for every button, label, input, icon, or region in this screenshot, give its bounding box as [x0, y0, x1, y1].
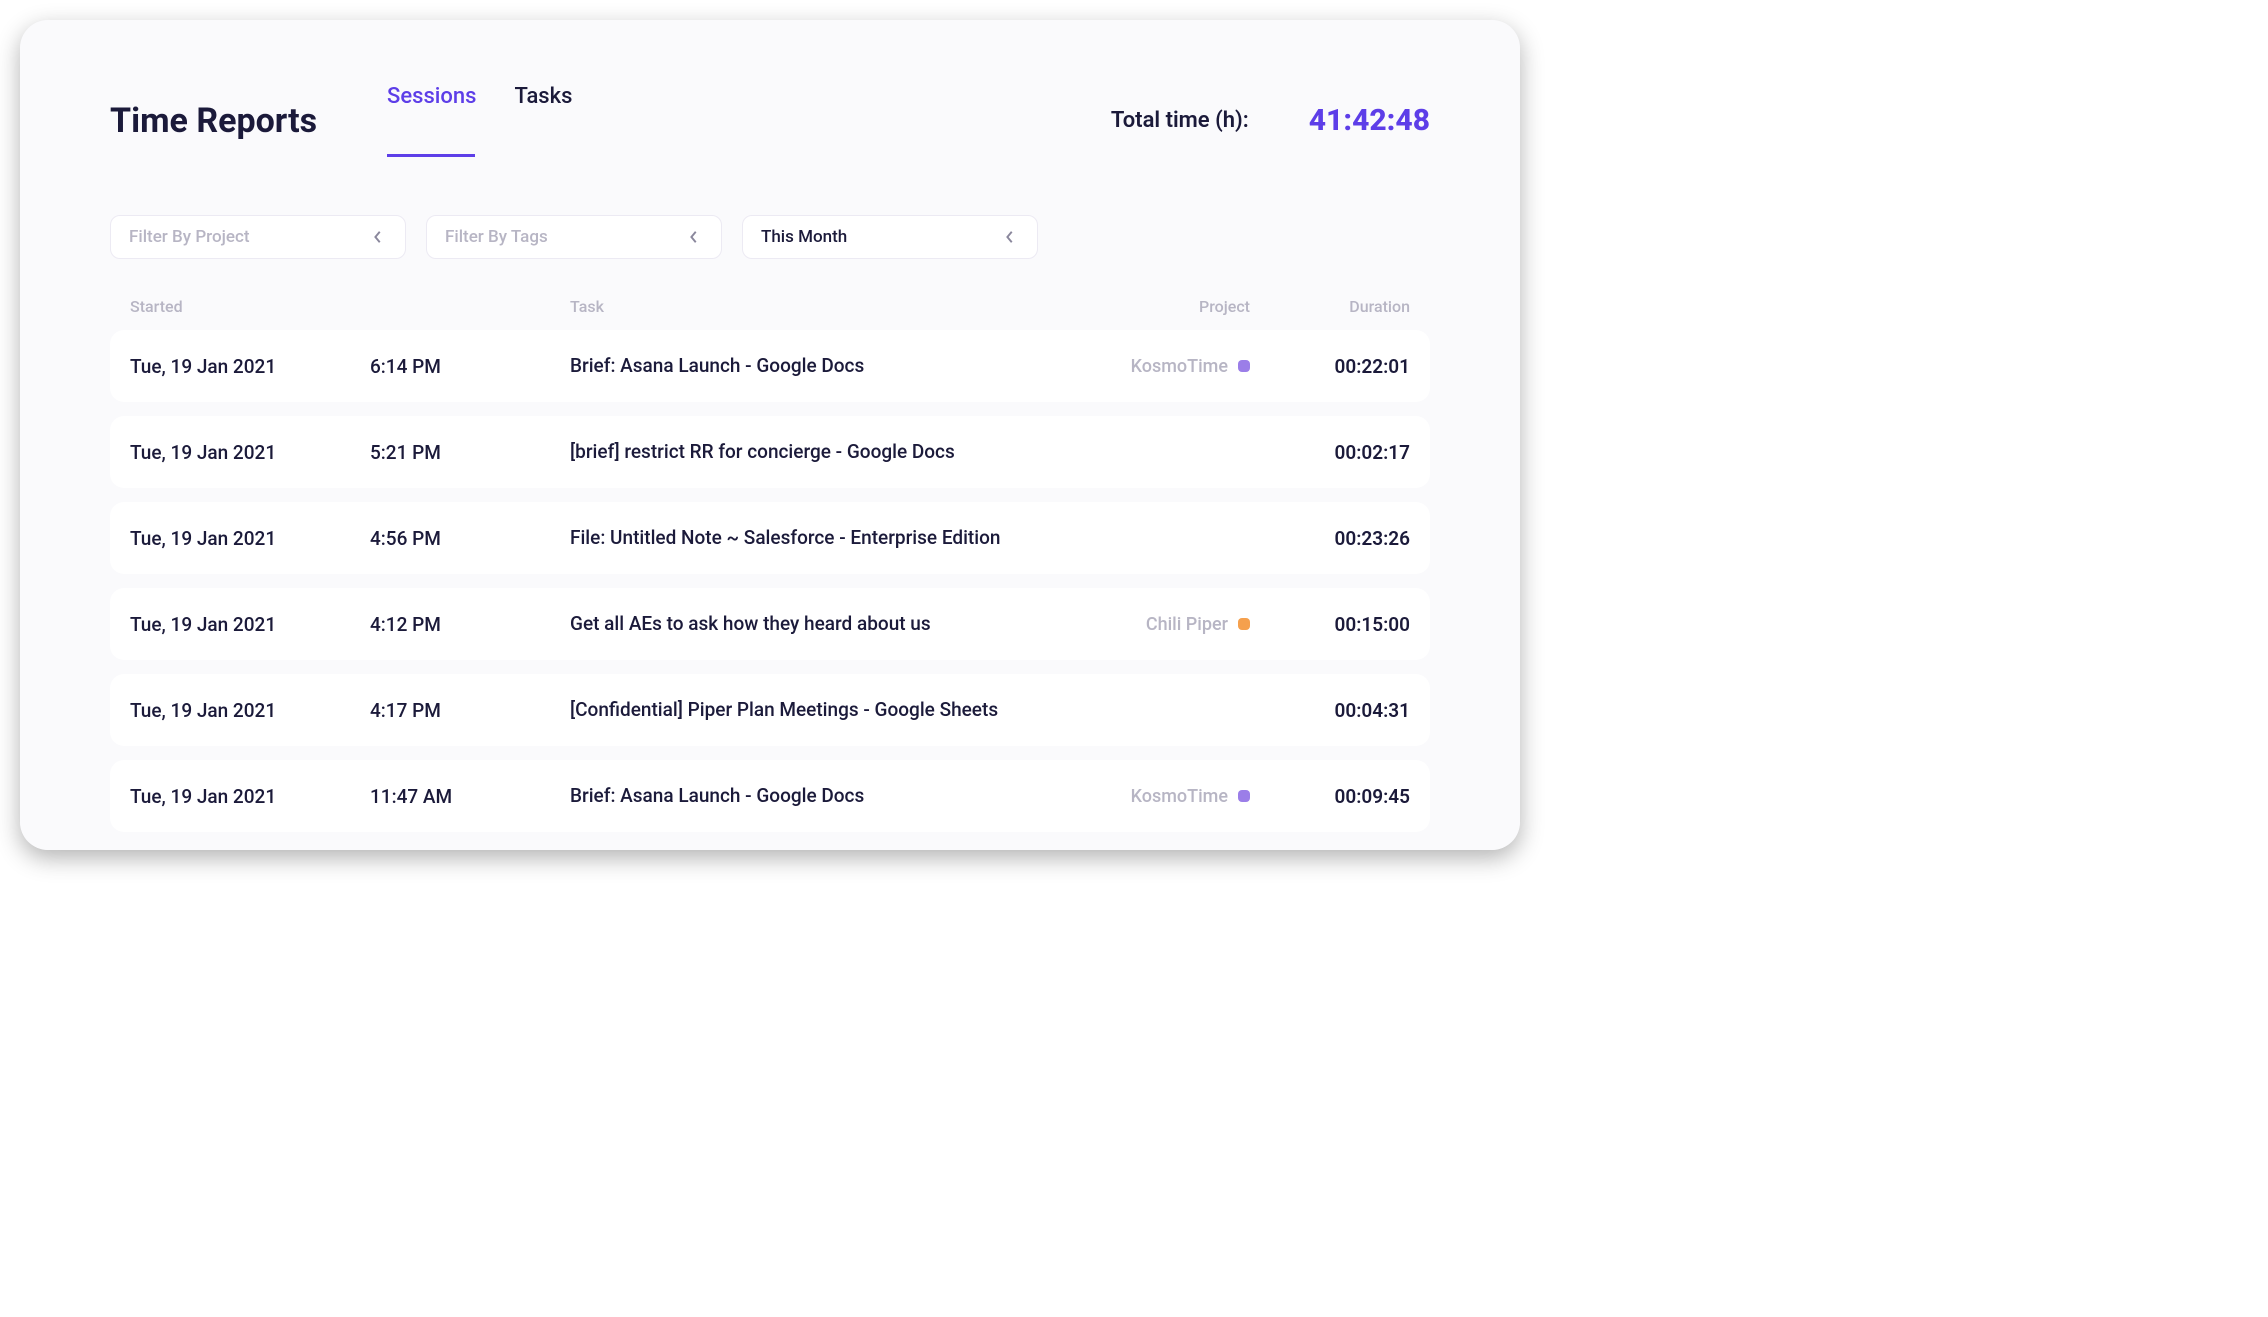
table-body: Tue, 19 Jan 20216:14 PMBrief: Asana Laun…: [110, 330, 1430, 832]
page-title: Time Reports: [110, 101, 317, 141]
filter-period-value: This Month: [761, 227, 847, 247]
cell-duration: 00:23:26: [1250, 527, 1410, 550]
cell-date: Tue, 19 Jan 2021: [130, 355, 370, 378]
cell-task: [brief] restrict RR for concierge - Goog…: [570, 439, 1060, 466]
content-area: Time Reports Sessions Tasks Total time (…: [20, 20, 1520, 850]
cell-time: 5:21 PM: [370, 441, 570, 464]
cell-date: Tue, 19 Jan 2021: [130, 699, 370, 722]
cell-project: KosmoTime: [1060, 356, 1250, 377]
project-color-dot: [1238, 618, 1250, 630]
table-row[interactable]: Tue, 19 Jan 20215:21 PM[brief] restrict …: [110, 416, 1430, 488]
cell-duration: 00:04:31: [1250, 699, 1410, 722]
cell-date: Tue, 19 Jan 2021: [130, 527, 370, 550]
cell-time: 6:14 PM: [370, 355, 570, 378]
project-name: KosmoTime: [1131, 356, 1228, 377]
project-name: Chili Piper: [1146, 614, 1228, 635]
table-row[interactable]: Tue, 19 Jan 20214:12 PMGet all AEs to as…: [110, 588, 1430, 660]
chevron-left-icon: [1001, 228, 1019, 246]
cell-date: Tue, 19 Jan 2021: [130, 613, 370, 636]
filter-project-placeholder: Filter By Project: [129, 227, 250, 247]
tabs: Sessions Tasks: [387, 84, 572, 157]
cell-time: 4:56 PM: [370, 527, 570, 550]
total-time-value: 41:42:48: [1309, 103, 1430, 138]
cell-time: 4:17 PM: [370, 699, 570, 722]
col-header-task: Task: [570, 297, 1060, 316]
table-row[interactable]: Tue, 19 Jan 20216:14 PMBrief: Asana Laun…: [110, 330, 1430, 402]
tab-sessions[interactable]: Sessions: [387, 84, 476, 157]
total-time: Total time (h): 41:42:48: [1111, 103, 1430, 138]
filter-tags-placeholder: Filter By Tags: [445, 227, 548, 247]
cell-date: Tue, 19 Jan 2021: [130, 441, 370, 464]
cell-duration: 00:15:00: [1250, 613, 1410, 636]
cell-project: KosmoTime: [1060, 786, 1250, 807]
cell-duration: 00:22:01: [1250, 355, 1410, 378]
project-color-dot: [1238, 790, 1250, 802]
cell-duration: 00:09:45: [1250, 785, 1410, 808]
filter-by-tags[interactable]: Filter By Tags: [426, 215, 722, 259]
filter-by-period[interactable]: This Month: [742, 215, 1038, 259]
table-headers: Started Task Project Duration: [110, 297, 1430, 316]
cell-time: 4:12 PM: [370, 613, 570, 636]
total-time-label: Total time (h):: [1111, 108, 1249, 133]
cell-task: File: Untitled Note ~ Salesforce - Enter…: [570, 525, 1060, 552]
table-row[interactable]: Tue, 19 Jan 202111:47 AMBrief: Asana Lau…: [110, 760, 1430, 832]
chevron-left-icon: [369, 228, 387, 246]
cell-task: [Confidential] Piper Plan Meetings - Goo…: [570, 697, 1060, 724]
col-header-project: Project: [1060, 297, 1250, 316]
chevron-left-icon: [685, 228, 703, 246]
cell-duration: 00:02:17: [1250, 441, 1410, 464]
cell-task: Brief: Asana Launch - Google Docs: [570, 353, 1060, 380]
col-header-started: Started: [130, 297, 370, 316]
cell-date: Tue, 19 Jan 2021: [130, 785, 370, 808]
project-color-dot: [1238, 360, 1250, 372]
project-name: KosmoTime: [1131, 786, 1228, 807]
filter-by-project[interactable]: Filter By Project: [110, 215, 406, 259]
cell-task: Brief: Asana Launch - Google Docs: [570, 783, 1060, 810]
header-row: Time Reports Sessions Tasks Total time (…: [110, 84, 1430, 157]
tab-tasks[interactable]: Tasks: [514, 84, 572, 157]
filters-row: Filter By Project Filter By Tags This Mo…: [110, 215, 1430, 259]
cell-time: 11:47 AM: [370, 785, 570, 808]
table-row[interactable]: Tue, 19 Jan 20214:56 PMFile: Untitled No…: [110, 502, 1430, 574]
cell-project: Chili Piper: [1060, 614, 1250, 635]
table-row[interactable]: Tue, 19 Jan 20214:17 PM[Confidential] Pi…: [110, 674, 1430, 746]
app-container: Time Reports Sessions Tasks Total time (…: [20, 20, 1520, 850]
col-header-duration: Duration: [1250, 297, 1410, 316]
col-header-time-spacer: [370, 297, 570, 316]
cell-task: Get all AEs to ask how they heard about …: [570, 611, 1060, 638]
